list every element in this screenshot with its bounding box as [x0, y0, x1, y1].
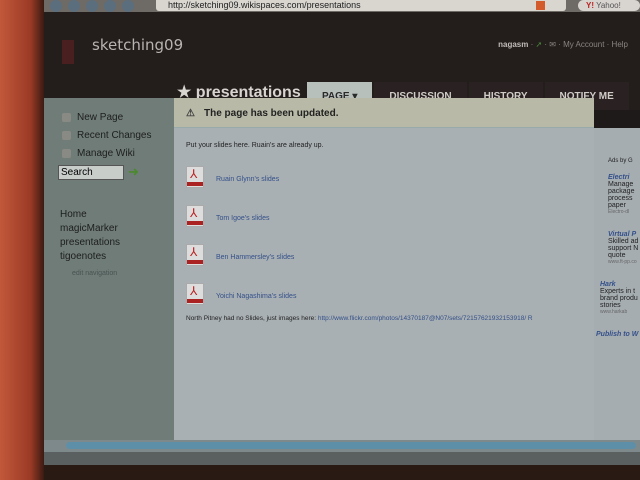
reload-icon[interactable]: [86, 0, 98, 12]
ad-item[interactable]: Electri Manage package process paper Electro-…: [608, 174, 640, 215]
ads-panel: Ads by G Electri Manage package process pape…: [594, 128, 640, 440]
ad-item[interactable]: Virtual P Skilled ad support Nquote www.ft-…: [608, 231, 640, 265]
new-page-icon: [62, 112, 71, 122]
ad-body: Skilled ad: [608, 238, 639, 245]
rss-icon[interactable]: [536, 1, 545, 10]
my-account-link[interactable]: My Account: [563, 40, 604, 49]
footer-note: North Pitney had no Slides, just images …: [186, 315, 582, 322]
user-menu: nagasm · ➚ · ✉ · My Account · Help: [498, 40, 628, 49]
pdf-icon[interactable]: [186, 165, 204, 188]
forward-icon[interactable]: [68, 0, 80, 12]
file-link[interactable]: Ruain Glynn's slides: [216, 176, 279, 183]
search-engine-label: Yahoo!: [596, 1, 621, 10]
navigation: Home magicMarker presentations tigoenote…: [44, 208, 174, 264]
file-item: Ruain Glynn's slides: [186, 157, 582, 196]
site-header: sketching09 nagasm · ➚ · ✉ · My Account …: [44, 12, 640, 110]
file-link[interactable]: Ben Hammersley's slides: [216, 254, 294, 261]
ad-body: quote: [608, 252, 626, 259]
nav-home[interactable]: Home: [60, 208, 174, 222]
ad-body: process: [608, 195, 633, 202]
file-item: Ben Hammersley's slides: [186, 235, 582, 274]
nav-tigoenotes[interactable]: tigoenotes: [60, 250, 174, 264]
sidebar: New Page Recent Changes Manage Wiki ➜ Ho…: [44, 98, 174, 440]
manage-wiki-link[interactable]: Manage Wiki: [44, 144, 174, 162]
flickr-link[interactable]: http://www.flickr.com/photos/14370187@N0…: [318, 315, 533, 322]
recent-changes-label: Recent Changes: [77, 129, 152, 141]
file-link[interactable]: Tom Igoe's slides: [216, 215, 269, 222]
stop-icon[interactable]: [104, 0, 116, 12]
browser-window: http://sketching09.wikispaces.com/presen…: [44, 0, 640, 465]
status-bar: [44, 452, 640, 465]
new-page-label: New Page: [77, 111, 124, 123]
footer-text: North Pitney had no Slides, just images …: [186, 315, 317, 322]
publish-link[interactable]: Publish to W: [596, 331, 640, 338]
arrow-icon[interactable]: ➚: [535, 40, 542, 49]
ad-url: www.ft-pp.co: [608, 259, 637, 265]
url-bar[interactable]: http://sketching09.wikispaces.com/presen…: [156, 0, 566, 11]
search-input[interactable]: [58, 164, 124, 180]
ad-url: Electro-dl: [608, 209, 630, 215]
search-box: ➜: [58, 164, 174, 180]
calendar-icon: [62, 130, 71, 140]
nav-magicmarker[interactable]: magicMarker: [60, 222, 174, 236]
nav-presentations[interactable]: presentations: [60, 236, 174, 250]
file-link[interactable]: Yoichi Nagashima's slides: [216, 293, 296, 300]
ad-body: stories: [600, 302, 621, 309]
ad-item[interactable]: Hark Experts in t brand produ stories www.ha…: [600, 281, 640, 315]
file-item: Tom Igoe's slides: [186, 196, 582, 235]
ad-title[interactable]: Electri: [608, 174, 640, 181]
ad-body: Experts in t: [600, 288, 636, 295]
site-name[interactable]: sketching09: [92, 36, 183, 54]
intro-text: Put your slides here. Ruain's are alread…: [186, 142, 324, 149]
manage-wiki-label: Manage Wiki: [77, 147, 135, 159]
monitor-bezel: [0, 0, 44, 480]
wikispaces-logo-icon: [62, 40, 74, 64]
ad-body: package: [608, 188, 635, 195]
ad-title[interactable]: Hark: [600, 281, 640, 288]
search-engine-box[interactable]: Y! Yahoo!: [578, 0, 640, 11]
home-icon[interactable]: [122, 0, 134, 12]
notice-text: The page has been updated.: [204, 108, 339, 119]
mail-icon[interactable]: ✉: [549, 40, 556, 49]
ad-title[interactable]: Virtual P: [608, 231, 640, 238]
username[interactable]: nagasm: [498, 40, 528, 49]
horizontal-scrollbar[interactable]: [44, 440, 640, 452]
scrollbar-thumb[interactable]: [66, 442, 636, 449]
search-go-icon[interactable]: ➜: [128, 164, 139, 180]
main-content: ⚠ The page has been updated. Put your sli…: [174, 98, 594, 440]
recent-changes-link[interactable]: Recent Changes: [44, 126, 174, 144]
file-item: Yoichi Nagashima's slides: [186, 274, 582, 313]
ad-body: Manage: [608, 181, 634, 188]
help-link[interactable]: Help: [612, 40, 628, 49]
ad-url: www.harkab: [600, 309, 628, 315]
warning-icon: ⚠: [186, 108, 195, 119]
back-icon[interactable]: [50, 0, 62, 12]
yahoo-icon: Y!: [586, 1, 594, 10]
pdf-icon[interactable]: [186, 204, 204, 227]
new-page-link[interactable]: New Page: [44, 108, 174, 126]
ad-body: paper: [608, 202, 626, 209]
update-notice: ⚠ The page has been updated.: [174, 98, 594, 128]
ad-body: brand produ: [600, 295, 638, 302]
edit-navigation-link[interactable]: edit navigation: [72, 270, 174, 277]
ads-label: Ads by G: [608, 158, 633, 164]
gear-icon: [62, 148, 71, 158]
pdf-icon[interactable]: [186, 243, 204, 266]
pdf-icon[interactable]: [186, 282, 204, 305]
ad-body: support N: [608, 245, 639, 252]
